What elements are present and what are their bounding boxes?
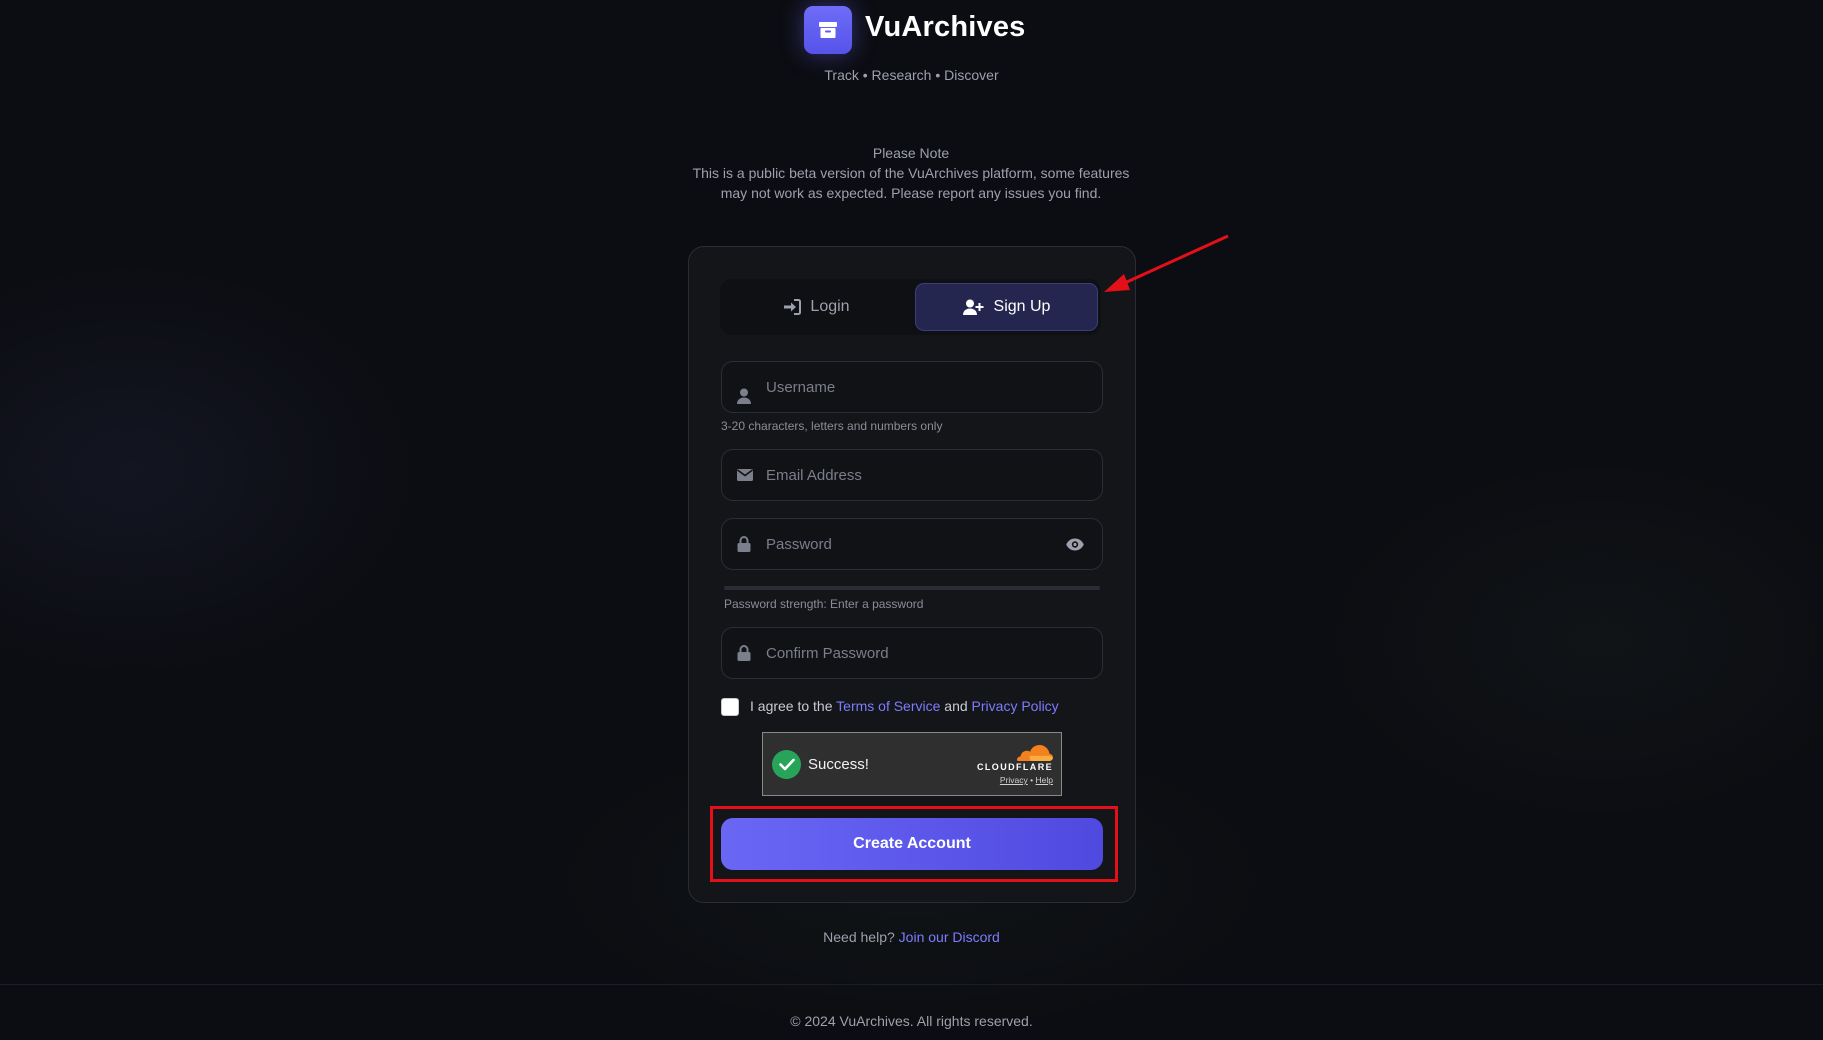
auth-card <box>688 246 1136 903</box>
agree-and: and <box>944 698 968 714</box>
user-plus-icon <box>962 299 984 315</box>
username-hint: 3-20 characters, letters and numbers onl… <box>721 419 943 433</box>
check-icon <box>772 750 801 779</box>
beta-note-body: This is a public beta version of the VuA… <box>692 165 1130 201</box>
captcha-privacy-link[interactable]: Privacy <box>1000 775 1028 785</box>
archive-icon <box>819 22 837 38</box>
help-prefix: Need help? <box>823 929 895 945</box>
lock-icon <box>737 645 751 661</box>
lock-icon <box>737 536 751 552</box>
auth-tabs: Login Sign Up <box>720 279 1101 335</box>
sign-in-icon <box>784 299 802 315</box>
terms-agreement: I agree to the Terms of Service and Priv… <box>750 698 1059 714</box>
help-line: Need help? Join our Discord <box>0 929 1823 945</box>
captcha-help-link[interactable]: Help <box>1036 775 1053 785</box>
tab-signup-label: Sign Up <box>993 298 1051 315</box>
cloudflare-captcha: Success! CLOUDFLARE Privacy • Help <box>762 732 1062 796</box>
annotation-arrow <box>1104 234 1229 292</box>
confirm-password-field <box>721 627 1103 679</box>
agree-prefix: I agree to the <box>750 698 833 714</box>
terms-checkbox[interactable] <box>721 698 739 716</box>
footer-copyright: © 2024 VuArchives. All rights reserved. <box>790 1013 1033 1029</box>
beta-note: Please Note This is a public beta versio… <box>680 143 1142 203</box>
username-input[interactable] <box>766 362 1052 412</box>
cloud-icon <box>1017 745 1053 761</box>
password-strength-text: Password strength: Enter a password <box>724 597 924 611</box>
captcha-links: Privacy • Help <box>977 775 1053 785</box>
tab-login-label: Login <box>810 298 850 315</box>
create-account-button[interactable]: Create Account <box>721 818 1103 870</box>
discord-link[interactable]: Join our Discord <box>899 929 1000 945</box>
envelope-icon <box>737 469 753 481</box>
brand-name: VuArchives <box>865 11 1026 43</box>
email-field <box>721 449 1103 501</box>
tagline: Track • Research • Discover <box>824 67 999 83</box>
privacy-link[interactable]: Privacy Policy <box>972 698 1059 714</box>
captcha-status: Success! <box>808 756 869 773</box>
tab-login[interactable]: Login <box>724 283 909 331</box>
footer-divider <box>0 984 1823 985</box>
email-input[interactable] <box>766 450 1052 500</box>
eye-icon[interactable] <box>1066 538 1084 551</box>
captcha-separator: • <box>1030 775 1034 785</box>
terms-link[interactable]: Terms of Service <box>836 698 940 714</box>
password-input[interactable] <box>766 519 1052 569</box>
password-field <box>721 518 1103 570</box>
logo <box>804 6 852 54</box>
user-icon <box>737 388 751 404</box>
tab-signup[interactable]: Sign Up <box>915 283 1098 331</box>
beta-note-title: Please Note <box>872 145 950 161</box>
username-field <box>721 361 1103 413</box>
password-strength-bar <box>724 586 1100 590</box>
confirm-password-input[interactable] <box>766 628 1052 678</box>
cloudflare-logo: CLOUDFLARE Privacy • Help <box>977 744 1053 785</box>
cloudflare-wordmark: CLOUDFLARE <box>977 762 1053 772</box>
